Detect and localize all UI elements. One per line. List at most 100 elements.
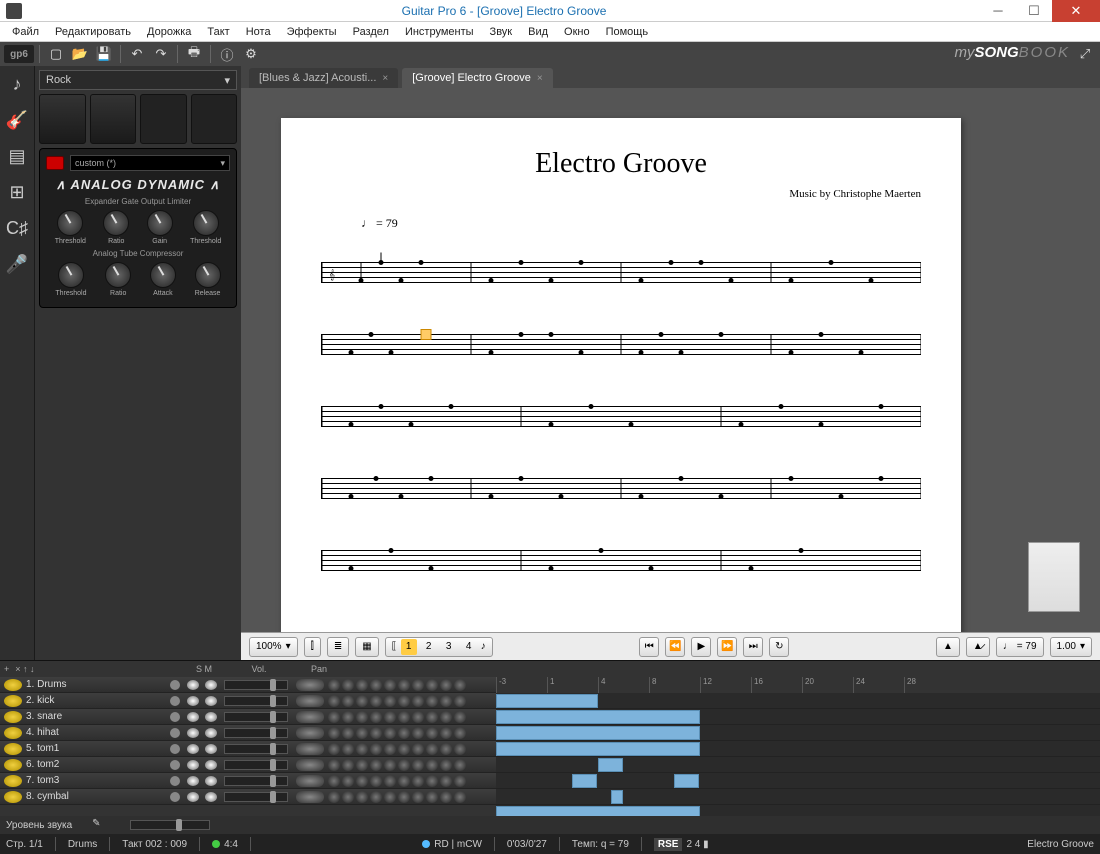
add-track-button[interactable]: + [4,664,9,674]
eq-knob[interactable] [384,679,396,691]
volume-fader[interactable] [224,792,288,802]
eq-knob[interactable] [426,695,438,707]
track-row[interactable]: 8. cymbal [0,789,496,805]
track-color-dot[interactable] [170,744,180,754]
eq-knob[interactable] [426,775,438,787]
eq-knob[interactable] [356,727,368,739]
grid-row[interactable] [496,757,1100,773]
pan-knob[interactable] [296,743,324,755]
eq-knob[interactable] [412,759,424,771]
clip[interactable] [572,774,597,788]
eq-knob[interactable] [342,775,354,787]
eq-knob[interactable] [356,775,368,787]
solo-button[interactable] [187,792,199,802]
fx-preset-select[interactable]: custom (*)▾ [70,155,230,171]
eq-knob[interactable] [412,791,424,803]
eq-knob[interactable] [398,743,410,755]
rse-badge[interactable]: RSE [654,838,683,851]
volume-fader[interactable] [224,712,288,722]
menu-bar[interactable]: Такт [199,24,237,40]
mute-button[interactable] [205,744,217,754]
menu-tools[interactable]: Инструменты [397,24,482,40]
bar-navigator[interactable]: ⟦ 1 2 3 4 ♪ [385,637,493,657]
menu-view[interactable]: Вид [520,24,556,40]
fx-slot-3[interactable] [140,94,187,144]
eq-knob[interactable] [356,695,368,707]
solo-button[interactable] [187,680,199,690]
track-color-dot[interactable] [170,792,180,802]
eq-knob[interactable] [342,759,354,771]
mute-button[interactable] [205,712,217,722]
metronome-icon[interactable]: ▲ [936,637,960,657]
score-viewport[interactable]: Electro Groove Music by Christophe Maert… [241,88,1100,632]
track-color-dot[interactable] [170,776,180,786]
clip[interactable] [611,790,623,804]
eq-knob[interactable] [426,679,438,691]
eq-knob[interactable] [356,711,368,723]
track-color-dot[interactable] [170,760,180,770]
view-mode-3[interactable]: ▦ [355,637,378,657]
eq-knob[interactable] [384,743,396,755]
staff-1[interactable]: 𝄞 [321,243,921,303]
eq-knob[interactable] [454,679,466,691]
track-color-dot[interactable] [170,680,180,690]
menu-sound[interactable]: Звук [482,24,521,40]
new-icon[interactable]: ▢ [45,44,67,64]
eq-knob[interactable] [412,743,424,755]
eq-knob[interactable] [426,711,438,723]
undo-icon[interactable]: ↶ [126,44,148,64]
mute-button[interactable] [205,680,217,690]
track-color-dot[interactable] [170,728,180,738]
grid-row[interactable] [496,789,1100,805]
guitar-icon[interactable]: 🎸 [5,108,29,132]
eq-knob[interactable] [426,743,438,755]
track-row[interactable]: 4. hihat [0,725,496,741]
eq-knob[interactable] [384,791,396,803]
forward-button[interactable]: ⏩ [717,637,737,657]
timeline-ruler[interactable]: -31481216202428 [496,677,1100,693]
staff-3[interactable] [321,387,921,447]
note-icon[interactable]: ♪ [5,72,29,96]
mute-button[interactable] [205,728,217,738]
eq-knob[interactable] [398,711,410,723]
eq-knob[interactable] [328,711,340,723]
eq-knob[interactable] [398,679,410,691]
eq-knob[interactable] [370,711,382,723]
eq-knob[interactable] [440,679,452,691]
eq-knob[interactable] [454,775,466,787]
eq-knob[interactable] [384,775,396,787]
eq-knob[interactable] [440,775,452,787]
track-row[interactable]: 5. tom1 [0,741,496,757]
eq-knob[interactable] [454,791,466,803]
eq-knob[interactable] [384,711,396,723]
preset-dropdown[interactable]: Rock▾ [39,70,237,90]
eq-knob[interactable] [440,743,452,755]
close-icon[interactable]: × [382,73,388,84]
master-fader[interactable] [130,820,210,830]
solo-button[interactable] [187,712,199,722]
track-row[interactable]: 1. Drums [0,677,496,693]
knob-ratio-1[interactable] [103,210,129,236]
eq-knob[interactable] [384,695,396,707]
knob-threshold-1[interactable] [57,210,83,236]
pan-knob[interactable] [296,775,324,787]
knob-gain[interactable] [147,210,173,236]
pan-knob[interactable] [296,679,324,691]
save-icon[interactable]: 💾 [93,44,115,64]
grid-row[interactable] [496,805,1100,816]
eq-knob[interactable] [342,695,354,707]
mute-button[interactable] [205,776,217,786]
rewind-start-button[interactable]: ⏮ [639,637,659,657]
eq-knob[interactable] [384,759,396,771]
eq-knob[interactable] [398,727,410,739]
staff-2[interactable] [321,315,921,375]
knob-attack[interactable] [150,262,176,288]
eq-knob[interactable] [426,791,438,803]
volume-fader[interactable] [224,696,288,706]
eq-knob[interactable] [412,775,424,787]
mic-icon[interactable]: 🎤 [5,252,29,276]
eq-knob[interactable] [342,679,354,691]
eq-knob[interactable] [370,727,382,739]
menu-track[interactable]: Дорожка [139,24,199,40]
close-icon[interactable]: × [537,73,543,84]
